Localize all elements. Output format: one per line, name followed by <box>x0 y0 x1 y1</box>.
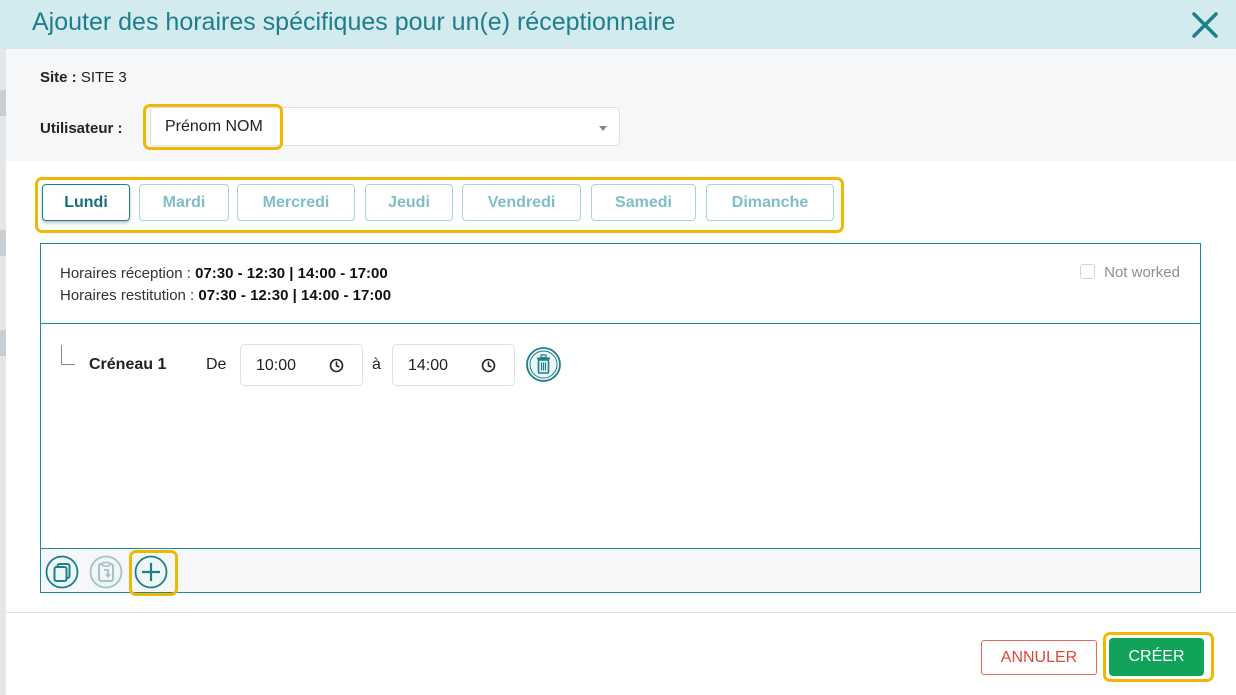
from-time-input[interactable]: 10:00 <box>240 344 363 386</box>
not-worked-option[interactable]: Not worked <box>1080 264 1180 281</box>
user-select-value: Prénom NOM <box>165 118 263 135</box>
paste-icon <box>89 555 123 589</box>
slot-label: Créneau 1 <box>89 356 167 373</box>
tab-samedi[interactable]: Samedi <box>591 184 696 221</box>
user-label: Utilisateur : <box>40 120 123 137</box>
trash-icon <box>526 347 561 382</box>
cancel-button[interactable]: ANNULER <box>981 640 1097 675</box>
site-value: SITE 3 <box>80 69 127 86</box>
clock-icon <box>481 358 496 373</box>
background-mark <box>0 230 6 256</box>
user-select[interactable]: Prénom NOM <box>150 107 620 146</box>
restitution-label: Horaires restitution : <box>60 287 195 304</box>
tab-vendredi[interactable]: Vendredi <box>462 184 581 221</box>
site-label: Site : <box>40 69 77 86</box>
tab-lundi[interactable]: Lundi <box>42 184 130 221</box>
restitution-hours-line: Horaires restitution : 07:30 - 12:30 | 1… <box>60 287 391 304</box>
site-row: Site : SITE 3 <box>40 69 127 86</box>
close-button[interactable] <box>1188 8 1222 42</box>
chevron-down-icon <box>599 126 607 131</box>
tab-mardi[interactable]: Mardi <box>139 184 229 221</box>
copy-button[interactable] <box>45 555 79 589</box>
to-time-value: 14:00 <box>408 357 449 374</box>
modal-title: Ajouter des horaires spécifiques pour un… <box>32 8 676 36</box>
background-mark <box>0 330 6 356</box>
reception-label: Horaires réception : <box>60 265 191 282</box>
not-worked-label: Not worked <box>1104 264 1180 281</box>
tab-dimanche[interactable]: Dimanche <box>706 184 834 221</box>
modal-header: Ajouter des horaires spécifiques pour un… <box>0 0 1236 49</box>
create-button[interactable]: CRÉER <box>1109 638 1204 676</box>
close-icon <box>1192 12 1218 38</box>
from-label: De <box>206 356 227 373</box>
to-label: à <box>372 356 381 373</box>
paste-button[interactable] <box>89 555 123 589</box>
from-time-value: 10:00 <box>256 357 297 374</box>
add-circle-icon <box>134 555 168 589</box>
restitution-hours: 07:30 - 12:30 | 14:00 - 17:00 <box>198 287 392 304</box>
schedule-panel: Horaires réception : 07:30 - 12:30 | 14:… <box>40 243 1201 593</box>
clock-icon <box>329 358 344 373</box>
to-time-input[interactable]: 14:00 <box>392 344 515 386</box>
delete-slot-button[interactable] <box>525 346 562 383</box>
copy-icon <box>45 555 79 589</box>
tree-connector <box>61 345 75 365</box>
add-slot-button[interactable] <box>134 555 168 589</box>
tab-mercredi[interactable]: Mercredi <box>237 184 355 221</box>
panel-footer <box>41 548 1200 592</box>
reception-hours-line: Horaires réception : 07:30 - 12:30 | 14:… <box>60 265 388 282</box>
footer-divider <box>6 612 1236 613</box>
tab-jeudi[interactable]: Jeudi <box>365 184 453 221</box>
not-worked-checkbox[interactable] <box>1080 264 1096 279</box>
schedule-info: Horaires réception : 07:30 - 12:30 | 14:… <box>41 244 1200 324</box>
reception-hours: 07:30 - 12:30 | 14:00 - 17:00 <box>195 265 388 282</box>
